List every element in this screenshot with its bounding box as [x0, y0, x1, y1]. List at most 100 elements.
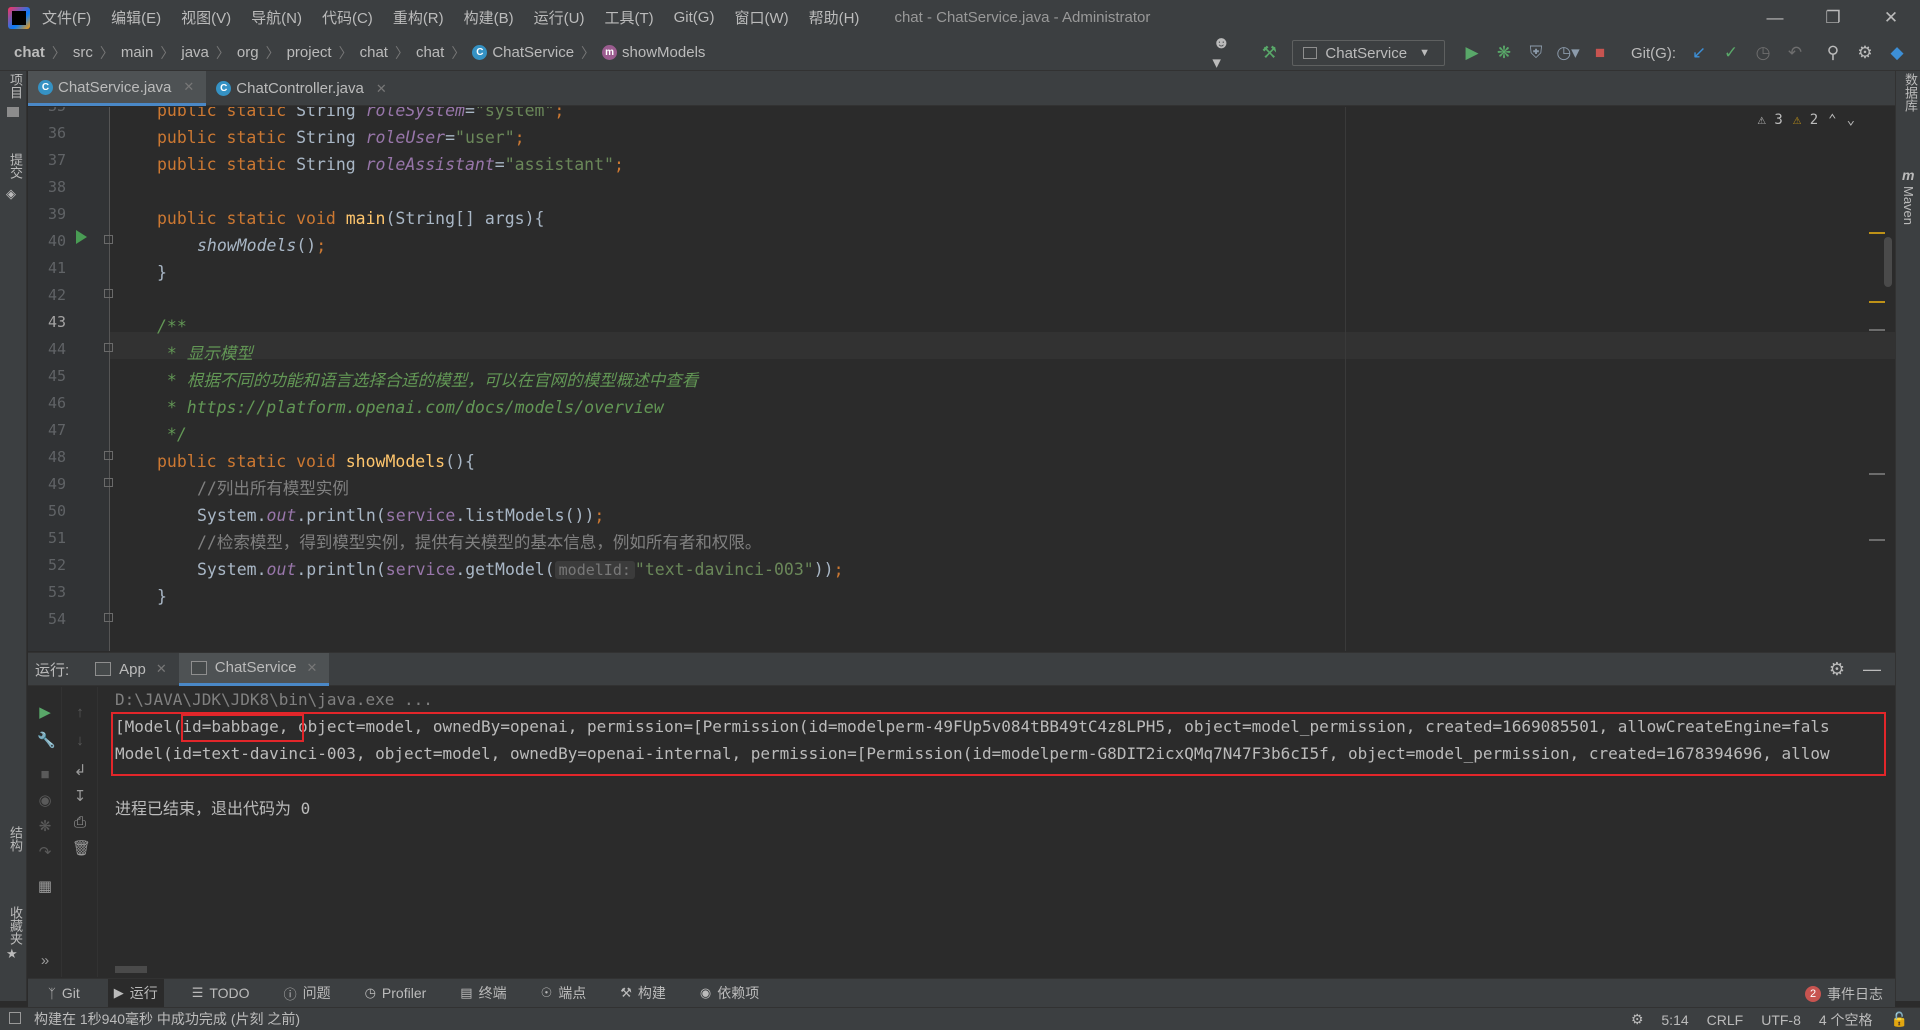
close-tab-icon[interactable]: ✕	[156, 661, 167, 677]
hide-panel-icon[interactable]: —	[1863, 659, 1881, 680]
commit-tool-button[interactable]: 提交	[6, 153, 25, 179]
menu-edit[interactable]: 编辑(E)	[111, 7, 161, 28]
tool-run[interactable]: ▶ 运行	[107, 978, 164, 1008]
fold-icon[interactable]	[104, 235, 113, 244]
breadcrumb-project[interactable]: chat	[14, 44, 45, 61]
vertical-scrollbar[interactable]	[1884, 237, 1892, 287]
breadcrumb-chat-pkg[interactable]: chat	[360, 44, 388, 61]
inspection-widget[interactable]: ⚠ 3 ⚠ 2 ⌃ ⌄	[1758, 112, 1856, 128]
layout-icon[interactable]: ▦	[37, 879, 53, 895]
settings-gear-icon[interactable]: ⚙	[1852, 40, 1878, 66]
menu-git[interactable]: Git(G)	[674, 9, 715, 26]
menu-code[interactable]: 代码(C)	[322, 7, 373, 28]
coverage-icon[interactable]: ⛨	[1523, 40, 1549, 66]
line-separator[interactable]: CRLF	[1707, 1012, 1744, 1028]
rerun-icon[interactable]: ▶	[37, 705, 53, 721]
fold-icon[interactable]	[104, 343, 113, 352]
code-area[interactable]: public static String roleSystem="system"…	[157, 107, 1857, 651]
print-icon[interactable]: ⎙	[72, 815, 88, 831]
run-main-gutter-icon[interactable]	[76, 230, 87, 244]
tool-git[interactable]: ᛉ Git	[42, 979, 86, 1008]
arrow-down-icon[interactable]: ↓	[72, 733, 88, 749]
git-rollback-icon[interactable]: ↶	[1782, 40, 1808, 66]
menu-run[interactable]: 运行(U)	[534, 7, 585, 28]
tool-build[interactable]: ⚒ 构建	[614, 979, 672, 1008]
breadcrumb-main[interactable]: main	[121, 44, 154, 61]
debug-icon[interactable]: ❋	[37, 819, 53, 835]
git-history-icon[interactable]: ◷	[1750, 40, 1776, 66]
intellij-logo-icon[interactable]	[8, 6, 30, 29]
tool-dependencies[interactable]: ◉ 依赖项	[694, 979, 765, 1008]
close-tab-icon[interactable]: ✕	[306, 660, 317, 676]
tool-todo[interactable]: ☰ TODO	[186, 979, 256, 1008]
fold-icon[interactable]	[104, 289, 113, 298]
tool-profiler[interactable]: ◷ Profiler	[359, 979, 433, 1008]
scroll-to-end-icon[interactable]: ↧	[72, 789, 88, 805]
menu-navigate[interactable]: 导航(N)	[251, 7, 302, 28]
tab-chatservice[interactable]: C ChatService.java ✕	[28, 71, 207, 106]
menu-file[interactable]: 文件(F)	[42, 7, 91, 28]
chevron-down-icon[interactable]: ⌄	[1847, 112, 1855, 128]
breadcrumb-project-pkg[interactable]: project	[287, 44, 332, 61]
fold-icon[interactable]	[104, 613, 113, 622]
status-message[interactable]: 构建在 1秒940毫秒 中成功完成 (片刻 之前)	[34, 1009, 300, 1029]
run-tab-chatservice[interactable]: ChatService ✕	[178, 652, 330, 686]
breadcrumb-src[interactable]: src	[73, 44, 93, 61]
menu-refactor[interactable]: 重构(R)	[393, 7, 444, 28]
structure-tool-button[interactable]: 结构	[6, 826, 25, 852]
tab-chatcontroller[interactable]: C ChatController.java ✕	[206, 71, 398, 106]
breadcrumb-org[interactable]: org	[237, 44, 259, 61]
git-commit-icon[interactable]: ✓	[1718, 40, 1744, 66]
minimize-button[interactable]: —	[1746, 0, 1804, 35]
close-button[interactable]: ✕	[1862, 0, 1920, 35]
search-icon[interactable]: ⚲	[1820, 40, 1846, 66]
user-icon[interactable]: ☻▾	[1212, 33, 1238, 72]
breadcrumb-class[interactable]: ChatService	[492, 44, 574, 61]
tool-terminal[interactable]: ▤ 终端	[454, 979, 512, 1008]
tool-endpoints[interactable]: ☉ 端点	[535, 979, 593, 1008]
run-tab-app[interactable]: App ✕	[83, 653, 179, 686]
profile-icon[interactable]: ◷▾	[1555, 40, 1581, 66]
caret-position[interactable]: 5:14	[1661, 1012, 1688, 1028]
background-tasks-icon[interactable]: ⚙	[1631, 1011, 1644, 1028]
menu-tools[interactable]: 工具(T)	[604, 7, 653, 28]
code-with-me-icon[interactable]: ◆	[1884, 40, 1910, 66]
fold-icon[interactable]	[104, 451, 113, 460]
breadcrumb-method[interactable]: showModels	[622, 44, 705, 61]
soft-wrap-icon[interactable]: ↲	[72, 763, 88, 779]
camera-icon[interactable]: ◉	[37, 793, 53, 809]
project-tool-button[interactable]: 项目	[6, 73, 25, 99]
run-icon[interactable]: ▶	[1459, 40, 1485, 66]
stop-icon[interactable]: ■	[1587, 40, 1613, 66]
more-icon[interactable]: »	[37, 953, 53, 969]
run-console[interactable]: D:\JAVA\JDK\JDK8\bin\java.exe ... [Model…	[99, 687, 1895, 977]
indent-setting[interactable]: 4 个空格	[1819, 1010, 1873, 1030]
edit-configuration-icon[interactable]: 🔧	[37, 733, 56, 749]
horizontal-scrollbar[interactable]	[115, 966, 147, 973]
database-tool-button[interactable]: 数据库	[1901, 73, 1920, 112]
git-update-icon[interactable]: ↙	[1686, 40, 1712, 66]
menu-build[interactable]: 构建(B)	[464, 7, 514, 28]
breadcrumb-java[interactable]: java	[181, 44, 209, 61]
chevron-up-icon[interactable]: ⌃	[1828, 112, 1836, 128]
close-tab-icon[interactable]: ✕	[376, 81, 387, 97]
stop-icon[interactable]: ■	[37, 767, 53, 783]
toggle-tool-windows-icon[interactable]	[9, 1012, 21, 1024]
menu-view[interactable]: 视图(V)	[181, 7, 231, 28]
breadcrumb-chat-subpkg[interactable]: chat	[416, 44, 444, 61]
favorites-tool-button[interactable]: 收藏夹	[6, 906, 25, 945]
exit-icon[interactable]: ↷	[37, 845, 53, 861]
restore-button[interactable]: ❐	[1804, 0, 1862, 35]
debug-icon[interactable]: ❋	[1491, 40, 1517, 66]
trash-icon[interactable]: 🗑	[72, 841, 91, 857]
lock-icon[interactable]: 🔓	[1891, 1011, 1908, 1028]
close-tab-icon[interactable]: ✕	[183, 79, 194, 95]
fold-icon[interactable]	[104, 478, 113, 487]
event-log-button[interactable]: 2 事件日志	[1805, 979, 1883, 1008]
run-configuration-select[interactable]: ChatService ▼	[1292, 40, 1445, 66]
arrow-up-icon[interactable]: ↑	[72, 705, 88, 721]
file-encoding[interactable]: UTF-8	[1761, 1012, 1801, 1028]
menu-window[interactable]: 窗口(W)	[734, 7, 788, 28]
tool-problems[interactable]: ⓘ 问题	[278, 979, 337, 1008]
code-editor[interactable]: 35 36 37 38 39 40 41 42 43 44 45 46 47 4…	[28, 107, 1895, 651]
